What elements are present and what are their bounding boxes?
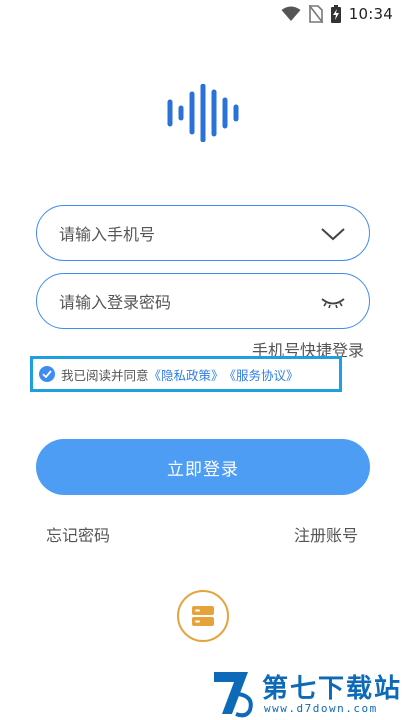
watermark-logo-icon bbox=[214, 672, 253, 718]
chevron-down-icon[interactable] bbox=[319, 222, 347, 246]
server-icon bbox=[192, 606, 214, 626]
watermark-title: 第七下载站 bbox=[262, 674, 403, 704]
watermark: 第七下载站 www.d7down.com bbox=[210, 668, 405, 720]
forgot-password-link[interactable]: 忘记密码 bbox=[46, 522, 110, 546]
status-time: 10:34 bbox=[348, 5, 393, 23]
agreement-text: 我已阅读并同意 bbox=[61, 367, 149, 383]
watermark-url: www.d7down.com bbox=[264, 702, 378, 715]
wifi-icon bbox=[281, 6, 301, 21]
status-bar: 10:34 bbox=[0, 0, 405, 30]
password-field[interactable] bbox=[36, 273, 370, 329]
agreement-checkbox[interactable] bbox=[39, 366, 55, 382]
service-agreement-link[interactable]: 《服务协议》 bbox=[224, 365, 299, 384]
eye-closed-icon[interactable] bbox=[319, 290, 347, 314]
agreement-row: 我已阅读并同意 《隐私政策》 《服务协议》 bbox=[30, 356, 342, 392]
register-link[interactable]: 注册账号 bbox=[294, 522, 358, 546]
server-settings-button[interactable] bbox=[177, 590, 229, 642]
battery-charging-icon bbox=[330, 5, 341, 23]
password-input[interactable] bbox=[59, 288, 309, 316]
status-icons: 10:34 bbox=[281, 5, 393, 23]
no-sim-icon bbox=[308, 5, 323, 23]
app-logo-icon bbox=[167, 84, 239, 142]
phone-field[interactable] bbox=[36, 205, 370, 261]
login-button[interactable]: 立即登录 bbox=[36, 439, 370, 495]
phone-input[interactable] bbox=[59, 220, 309, 248]
privacy-policy-link[interactable]: 《隐私政策》 bbox=[149, 365, 224, 384]
